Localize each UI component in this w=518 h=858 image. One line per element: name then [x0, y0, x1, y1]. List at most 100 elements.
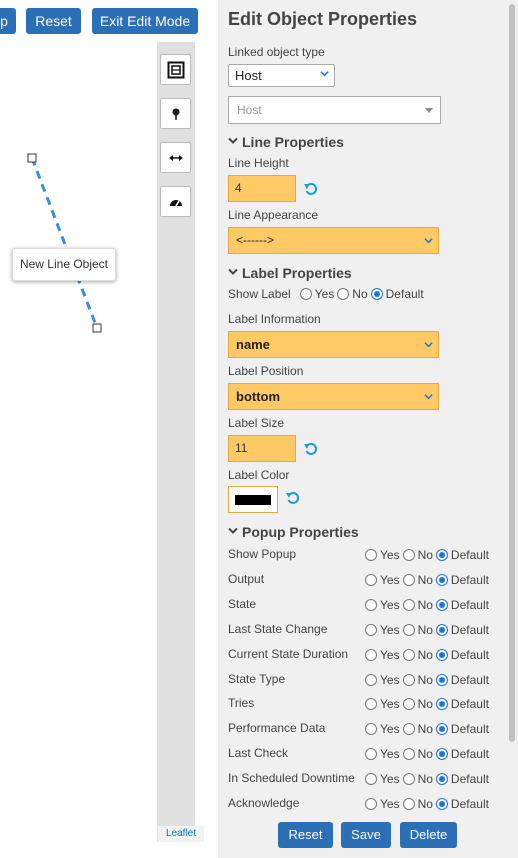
- no-option[interactable]: No: [402, 623, 433, 637]
- radio-button[interactable]: [435, 723, 448, 736]
- no-option[interactable]: No: [402, 722, 433, 736]
- delete-button[interactable]: Delete: [400, 822, 457, 848]
- radio-button[interactable]: [435, 648, 448, 661]
- radio-button[interactable]: [365, 773, 377, 786]
- radio-button[interactable]: [402, 673, 415, 686]
- radio-button[interactable]: [365, 648, 377, 661]
- radio-button[interactable]: [402, 698, 415, 711]
- leaflet-attribution-link[interactable]: Leaflet: [158, 826, 204, 842]
- no-option[interactable]: No: [402, 598, 433, 612]
- default-option[interactable]: Default: [435, 797, 489, 811]
- default-option[interactable]: Default: [435, 598, 489, 612]
- dashed-line[interactable]: [30, 157, 99, 329]
- label-position-select[interactable]: bottom: [228, 383, 439, 410]
- show-label-yes-option[interactable]: Yes: [299, 287, 334, 301]
- yes-option[interactable]: Yes: [365, 623, 400, 637]
- radio-button[interactable]: [370, 288, 383, 300]
- default-option[interactable]: Default: [435, 648, 489, 662]
- yes-option[interactable]: Yes: [365, 797, 400, 811]
- radio-button[interactable]: [435, 549, 448, 561]
- undo-icon[interactable]: [303, 181, 319, 197]
- radio-button[interactable]: [435, 773, 448, 786]
- radio-button[interactable]: [402, 748, 415, 761]
- radio-button[interactable]: [435, 573, 448, 586]
- radio-button[interactable]: [402, 723, 415, 736]
- radio-button[interactable]: [402, 573, 415, 586]
- scrollbar-thumb[interactable]: [509, 4, 515, 742]
- radio-button[interactable]: [402, 623, 415, 636]
- radio-button[interactable]: [299, 288, 312, 300]
- undo-icon[interactable]: [303, 441, 319, 457]
- no-option[interactable]: No: [402, 747, 433, 761]
- default-option[interactable]: Default: [435, 548, 489, 562]
- default-option[interactable]: Default: [435, 573, 489, 587]
- yes-option[interactable]: Yes: [365, 747, 400, 761]
- no-option[interactable]: No: [402, 797, 433, 811]
- radio-button[interactable]: [365, 723, 377, 736]
- radio-button[interactable]: [365, 573, 377, 586]
- radio-button[interactable]: [365, 598, 377, 611]
- undo-icon[interactable]: [285, 490, 301, 506]
- line-tool-button[interactable]: [160, 142, 191, 173]
- radio-button[interactable]: [402, 798, 415, 810]
- radio-button[interactable]: [365, 798, 377, 810]
- radio-button[interactable]: [435, 623, 448, 636]
- default-option[interactable]: Default: [435, 623, 489, 637]
- radio-button[interactable]: [365, 549, 377, 561]
- no-option[interactable]: No: [402, 673, 433, 687]
- popup-row-options: Yes No Default: [365, 747, 492, 761]
- yes-option[interactable]: Yes: [365, 648, 400, 662]
- radio-button[interactable]: [365, 748, 377, 761]
- popup-properties-toggle[interactable]: Popup Properties: [228, 524, 359, 540]
- default-option[interactable]: Default: [435, 673, 489, 687]
- radio-button[interactable]: [402, 773, 415, 786]
- no-option[interactable]: No: [402, 573, 433, 587]
- yes-option[interactable]: Yes: [365, 772, 400, 786]
- line-height-input[interactable]: 4: [228, 175, 296, 202]
- radio-button[interactable]: [435, 748, 448, 761]
- no-option[interactable]: No: [402, 648, 433, 662]
- linked-object-type-select[interactable]: Host: [228, 64, 335, 87]
- radio-button[interactable]: [435, 798, 448, 810]
- radio-button[interactable]: [402, 648, 415, 661]
- default-option[interactable]: Default: [435, 747, 489, 761]
- host-select[interactable]: Host: [228, 96, 441, 124]
- radio-button[interactable]: [435, 598, 448, 611]
- yes-option[interactable]: Yes: [365, 598, 400, 612]
- label-color-picker[interactable]: [228, 486, 278, 513]
- radio-button[interactable]: [402, 598, 415, 611]
- no-option[interactable]: No: [402, 548, 433, 562]
- label-size-input[interactable]: 11: [228, 435, 296, 462]
- no-option[interactable]: No: [402, 772, 433, 786]
- yes-option[interactable]: Yes: [365, 673, 400, 687]
- yes-option[interactable]: Yes: [365, 697, 400, 711]
- radio-button[interactable]: [402, 549, 415, 561]
- default-option[interactable]: Default: [435, 697, 489, 711]
- line-appearance-select[interactable]: <------>: [228, 227, 439, 254]
- no-option[interactable]: No: [402, 697, 433, 711]
- label-properties-toggle[interactable]: Label Properties: [228, 265, 352, 281]
- panel-reset-button[interactable]: Reset: [278, 822, 333, 848]
- map-frame-tool-button[interactable]: [160, 54, 191, 85]
- map-area[interactable]: p Reset Exit Edit Mode New Line Object L…: [0, 0, 218, 858]
- show-label-default-option[interactable]: Default: [370, 287, 424, 301]
- line-end-handle[interactable]: [92, 323, 102, 333]
- radio-button[interactable]: [365, 623, 377, 636]
- default-option[interactable]: Default: [435, 772, 489, 786]
- radio-button[interactable]: [435, 698, 448, 711]
- line-properties-toggle[interactable]: Line Properties: [228, 134, 344, 150]
- pin-tool-button[interactable]: [160, 98, 191, 129]
- yes-option[interactable]: Yes: [365, 548, 400, 562]
- yes-option[interactable]: Yes: [365, 573, 400, 587]
- radio-button[interactable]: [337, 288, 350, 300]
- yes-option[interactable]: Yes: [365, 722, 400, 736]
- radio-button[interactable]: [365, 698, 377, 711]
- gauge-tool-button[interactable]: [160, 186, 191, 217]
- default-option[interactable]: Default: [435, 722, 489, 736]
- radio-button[interactable]: [365, 673, 377, 686]
- label-information-select[interactable]: name: [228, 331, 439, 358]
- show-label-no-option[interactable]: No: [337, 287, 368, 301]
- radio-button[interactable]: [435, 673, 448, 686]
- save-button[interactable]: Save: [341, 822, 391, 848]
- line-start-handle[interactable]: [27, 153, 37, 163]
